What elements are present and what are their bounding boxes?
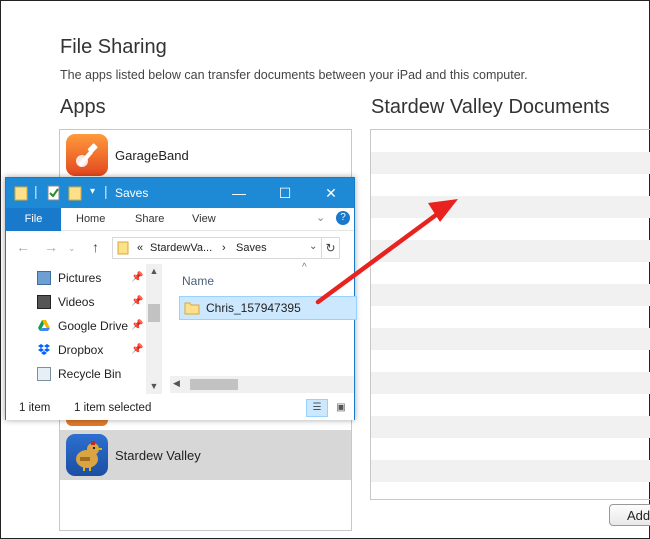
window-title: Saves: [115, 186, 149, 200]
separator-icon: |: [104, 183, 108, 199]
tab-home[interactable]: Home: [76, 213, 105, 225]
breadcrumb-overflow[interactable]: «: [137, 242, 143, 254]
documents-heading: Stardew Valley Documents: [371, 96, 610, 118]
documents-row-stripe: [371, 416, 650, 438]
up-arrow-icon[interactable]: ↑: [92, 239, 99, 255]
pin-icon[interactable]: 📌: [131, 296, 143, 307]
nav-scrollbar[interactable]: [146, 264, 162, 394]
file-explorer-window: | ▾ | Saves — ☐ ✕ File Home Share View ⌄…: [5, 177, 357, 420]
nav-label: Pictures: [58, 271, 102, 285]
scroll-down-icon[interactable]: ▼: [146, 381, 162, 391]
ribbon: File Home Share View ⌄ ?: [6, 208, 354, 231]
documents-row-stripe: [371, 372, 650, 394]
folder-icon: [14, 186, 28, 201]
file-item-chris-folder[interactable]: Chris_157947395: [179, 296, 357, 320]
breadcrumb-current[interactable]: Saves: [236, 242, 267, 254]
documents-row-stripe: [371, 328, 650, 350]
new-folder-icon[interactable]: [68, 185, 84, 201]
pin-icon[interactable]: 📌: [131, 272, 143, 283]
nav-item-pictures[interactable]: Pictures: [37, 268, 101, 288]
nav-label: Google Drive: [58, 319, 129, 333]
tab-file[interactable]: File: [6, 208, 61, 231]
close-button[interactable]: ✕: [308, 178, 354, 208]
maximize-button[interactable]: ☐: [262, 178, 308, 208]
google-drive-icon: [38, 320, 50, 331]
back-arrow-icon[interactable]: ←: [16, 239, 30, 255]
app-name-garageband: GarageBand: [115, 147, 189, 163]
details-view-icon[interactable]: ☰: [306, 399, 328, 417]
nav-item-dropbox[interactable]: Dropbox: [37, 340, 103, 360]
dropbox-icon: [38, 344, 50, 355]
nav-item-google-drive[interactable]: Google Drive: [37, 316, 128, 336]
documents-row-stripe: [371, 152, 650, 174]
separator-icon: |: [34, 183, 38, 199]
folder-icon: [184, 302, 200, 315]
file-name: Chris_157947395: [206, 301, 301, 315]
status-bar: 1 item 1 item selected ☰ ▣: [6, 396, 354, 420]
recycle-bin-icon: [37, 367, 51, 381]
file-list: ^ Name Chris_157947395 ◀: [162, 262, 357, 394]
app-icon-partial: [66, 420, 108, 426]
nav-label: Dropbox: [58, 343, 104, 357]
app-item-garageband[interactable]: GarageBand: [60, 130, 351, 180]
file-sharing-title: File Sharing: [60, 36, 167, 58]
forward-arrow-icon[interactable]: →: [44, 239, 58, 255]
refresh-icon[interactable]: ↻: [322, 237, 340, 259]
expand-ribbon-icon[interactable]: ⌄: [316, 211, 325, 224]
quick-access-dropdown-icon[interactable]: ▾: [90, 186, 95, 197]
folder-icon: [117, 241, 129, 255]
sort-ascending-icon: ^: [302, 262, 307, 273]
app-name-stardew-valley: Stardew Valley: [115, 447, 201, 463]
nav-item-recycle-bin[interactable]: Recycle Bin: [37, 364, 121, 384]
scroll-left-icon[interactable]: ◀: [173, 378, 180, 389]
pin-icon[interactable]: 📌: [131, 344, 143, 355]
item-count: 1 item: [19, 402, 51, 414]
breadcrumb-parent[interactable]: StardewVa...: [150, 242, 212, 254]
horizontal-scrollbar-thumb[interactable]: [190, 379, 238, 390]
documents-row-stripe: [371, 196, 650, 218]
minimize-button[interactable]: —: [216, 178, 262, 208]
breadcrumb-separator: ›: [222, 242, 226, 254]
scroll-up-icon[interactable]: ▲: [146, 266, 162, 276]
pictures-icon: [37, 271, 51, 285]
properties-icon[interactable]: [46, 185, 62, 201]
pin-icon[interactable]: 📌: [131, 320, 143, 331]
documents-list[interactable]: [370, 129, 650, 500]
videos-icon: [37, 295, 51, 309]
navigation-pane: Pictures 📌 Videos 📌 Google Drive 📌 Dropb…: [6, 264, 162, 394]
tab-share[interactable]: Share: [135, 213, 164, 225]
apps-heading: Apps: [60, 96, 106, 118]
help-icon[interactable]: ?: [336, 211, 350, 225]
nav-item-videos[interactable]: Videos: [37, 292, 94, 312]
horizontal-scrollbar[interactable]: ◀: [170, 376, 354, 393]
documents-row-stripe: [371, 284, 650, 306]
garageband-icon: [66, 134, 108, 176]
documents-row-stripe: [371, 460, 650, 482]
address-bar[interactable]: « StardewVa... › Saves ⌄: [112, 237, 322, 259]
add-button[interactable]: Add: [609, 504, 650, 526]
nav-label: Videos: [58, 295, 95, 309]
nav-label: Recycle Bin: [58, 367, 122, 381]
tab-view[interactable]: View: [192, 213, 216, 225]
file-sharing-description: The apps listed below can transfer docum…: [60, 68, 528, 82]
column-header-name[interactable]: Name: [182, 274, 214, 288]
selection-count: 1 item selected: [74, 402, 152, 414]
recent-locations-icon[interactable]: ⌄: [68, 243, 76, 254]
explorer-titlebar[interactable]: | ▾ | Saves — ☐ ✕: [6, 178, 354, 208]
documents-row-stripe: [371, 240, 650, 262]
stardew-valley-icon: [66, 434, 108, 476]
app-item-stardew-valley[interactable]: Stardew Valley: [60, 430, 351, 480]
address-dropdown-icon[interactable]: ⌄: [309, 241, 317, 252]
large-icons-view-icon[interactable]: ▣: [330, 399, 352, 417]
address-row: ← → ⌄ ↑ « StardewVa... › Saves ⌄ ↻: [6, 231, 354, 264]
nav-scrollbar-thumb[interactable]: [148, 304, 160, 322]
